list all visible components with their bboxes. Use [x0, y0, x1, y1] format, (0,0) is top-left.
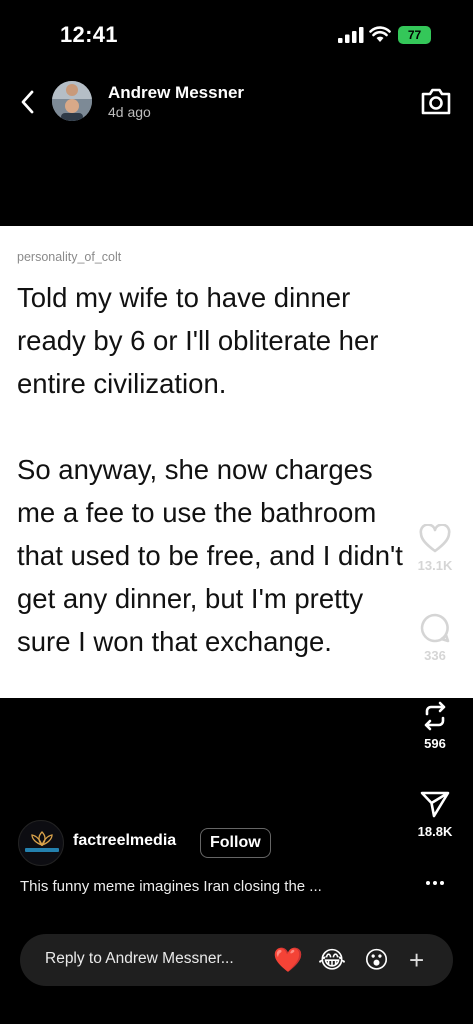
- factreelmedia-logo-icon: [25, 831, 59, 852]
- reply-bar[interactable]: Reply to Andrew Messner... ❤️ 😂 😮 +: [20, 934, 453, 986]
- post-card[interactable]: personality_of_colt Told my wife to have…: [0, 226, 473, 698]
- cellular-signal-icon: [338, 27, 364, 43]
- account-row: factreelmedia Follow: [18, 820, 318, 866]
- reply-input[interactable]: Reply to Andrew Messner...: [45, 950, 234, 968]
- repost-count: 596: [424, 736, 446, 751]
- post-text: Told my wife to have dinner ready by 6 o…: [17, 282, 403, 657]
- avatar-photo-icon: [52, 81, 92, 121]
- battery-level: 77: [407, 28, 422, 42]
- like-count: 13.1K: [417, 558, 453, 573]
- follow-button[interactable]: Follow: [200, 828, 271, 858]
- account-avatar[interactable]: [18, 820, 64, 866]
- surprised-emoji-reaction[interactable]: 😮: [364, 945, 389, 975]
- status-bar: 12:41 77: [0, 0, 473, 60]
- post-username: personality_of_colt: [17, 250, 122, 264]
- share-count: 18.8K: [417, 824, 453, 839]
- repost-icon: [424, 701, 446, 731]
- camera-icon[interactable]: [420, 86, 452, 116]
- account-name[interactable]: factreelmedia: [73, 832, 176, 850]
- heart-icon: [419, 524, 451, 553]
- heart-emoji-reaction[interactable]: ❤️: [273, 945, 303, 975]
- share-action[interactable]: 18.8K: [405, 788, 465, 839]
- comment-action[interactable]: 336: [405, 612, 465, 663]
- repost-action[interactable]: 596: [405, 700, 465, 751]
- battery-indicator: 77: [398, 26, 431, 44]
- laughing-emoji-reaction[interactable]: 😂: [318, 945, 346, 975]
- post-time-ago: 4d ago: [108, 104, 151, 120]
- author-name[interactable]: Andrew Messner: [108, 83, 244, 103]
- send-icon: [420, 791, 450, 818]
- add-reaction-button[interactable]: +: [409, 945, 424, 975]
- like-action[interactable]: 13.1K: [405, 524, 465, 573]
- comment-count: 336: [424, 648, 446, 663]
- back-arrow-icon[interactable]: [18, 88, 38, 116]
- more-options-icon[interactable]: [424, 876, 446, 890]
- author-avatar[interactable]: [52, 81, 92, 121]
- post-caption[interactable]: This funny meme imagines Iran closing th…: [20, 878, 322, 895]
- wifi-icon: [369, 26, 391, 42]
- story-header: Andrew Messner 4d ago: [0, 70, 473, 134]
- comment-bubble-icon: [420, 613, 450, 643]
- status-time: 12:41: [60, 22, 118, 47]
